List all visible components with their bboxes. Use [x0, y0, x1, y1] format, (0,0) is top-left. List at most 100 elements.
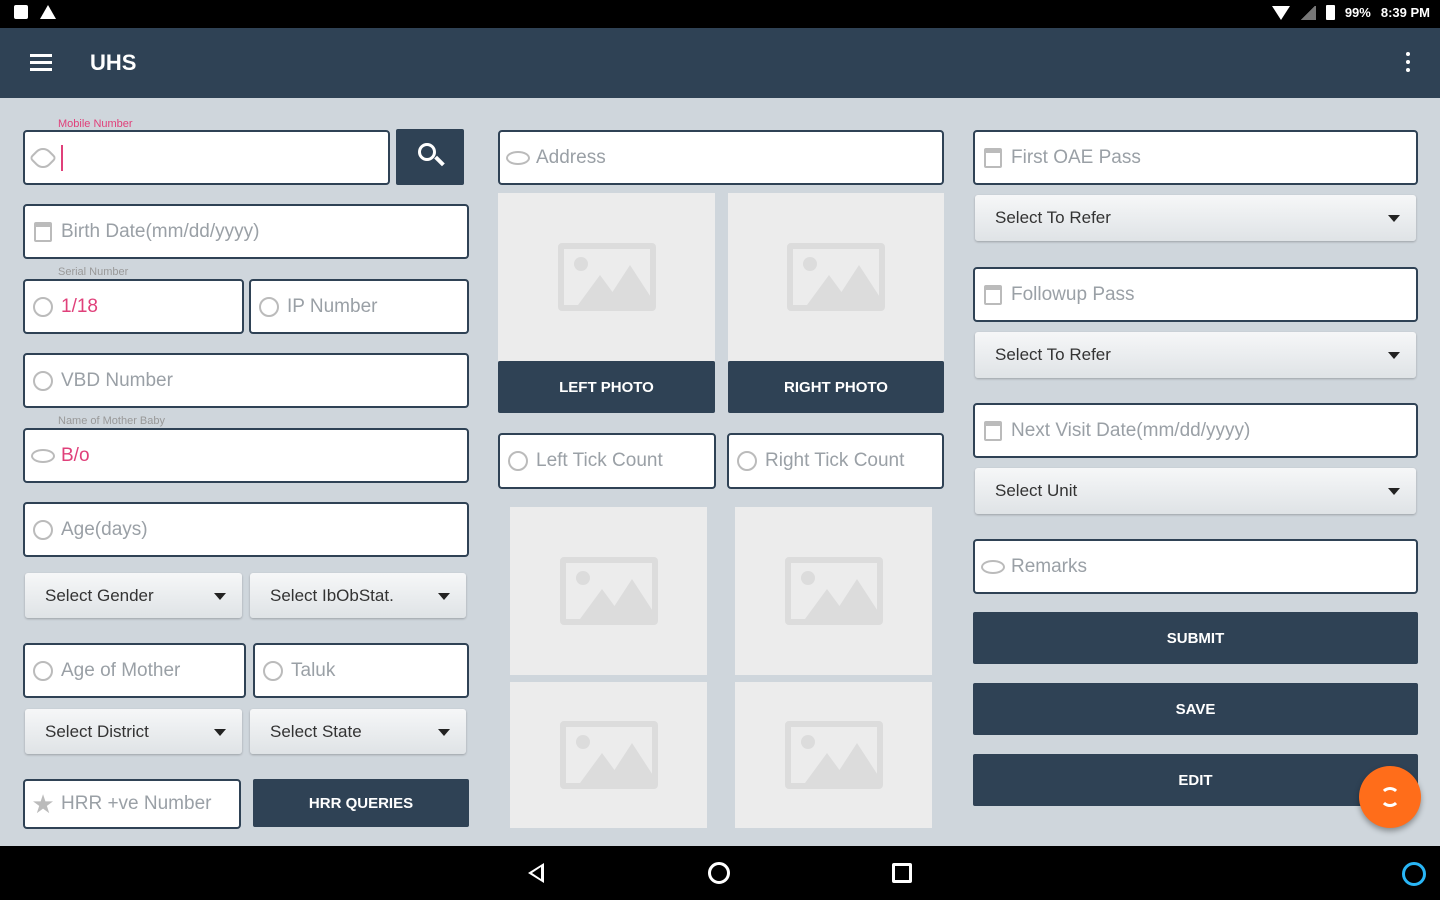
- serial-number-value: 1/18: [61, 295, 98, 317]
- more-vert-icon[interactable]: [1404, 52, 1412, 76]
- badge-icon: [261, 659, 285, 683]
- serial-number-label: Serial Number: [58, 266, 129, 278]
- district-select[interactable]: Select District: [25, 709, 242, 754]
- calendar-icon: [981, 419, 1005, 443]
- calendar-icon: [31, 220, 55, 244]
- right-photo-preview[interactable]: [728, 193, 944, 361]
- back-icon[interactable]: [528, 863, 544, 883]
- right-tick-count-field[interactable]: Right Tick Count: [727, 433, 944, 489]
- refer-select-1-value: Select To Refer: [995, 208, 1111, 227]
- refer-select-1[interactable]: Select To Refer: [975, 195, 1416, 241]
- address-placeholder: Address: [536, 146, 606, 168]
- followup-pass-placeholder: Followup Pass: [1011, 283, 1135, 305]
- tick-photo-1[interactable]: [510, 507, 707, 675]
- next-visit-date-placeholder: Next Visit Date(mm/dd/yyyy): [1011, 419, 1251, 441]
- edit-button[interactable]: EDIT: [973, 754, 1418, 806]
- next-visit-date-field[interactable]: Next Visit Date(mm/dd/yyyy): [973, 403, 1418, 458]
- address-field[interactable]: Address: [498, 130, 944, 185]
- ip-number-field[interactable]: IP Number: [249, 279, 469, 334]
- dropdown-arrow-icon: [438, 728, 450, 736]
- mobile-number-field[interactable]: [23, 130, 390, 185]
- vbd-number-field[interactable]: VBD Number: [23, 353, 469, 408]
- right-photo-button[interactable]: RIGHT PHOTO: [728, 361, 944, 413]
- warning-icon: [40, 5, 56, 19]
- serial-number-field[interactable]: 1/18: [23, 279, 244, 334]
- hrr-number-placeholder: HRR +ve Number: [61, 793, 212, 814]
- recent-apps-icon[interactable]: [892, 863, 912, 883]
- dropdown-arrow-icon: [214, 592, 226, 600]
- left-tick-count-placeholder: Left Tick Count: [536, 450, 663, 471]
- left-tick-count-field[interactable]: Left Tick Count: [498, 433, 716, 489]
- ip-number-placeholder: IP Number: [287, 295, 378, 317]
- dropdown-arrow-icon: [1388, 488, 1400, 495]
- gender-select[interactable]: Select Gender: [25, 573, 242, 618]
- refresh-icon: [1380, 787, 1400, 807]
- refresh-fab[interactable]: [1359, 766, 1421, 828]
- left-photo-button[interactable]: LEFT PHOTO: [498, 361, 715, 413]
- status-bar: 99% 8:39 PM: [0, 0, 1440, 28]
- wifi-icon: [1271, 5, 1290, 20]
- app-bar: UHS: [0, 28, 1440, 98]
- unit-select-value: Select Unit: [995, 481, 1078, 500]
- dropdown-arrow-icon: [214, 728, 226, 736]
- hrr-number-field[interactable]: ★ HRR +ve Number: [23, 779, 241, 829]
- badge-icon: [31, 295, 55, 319]
- notification-icon: [14, 5, 28, 19]
- refer-select-2-value: Select To Refer: [995, 345, 1111, 364]
- mother-name-field[interactable]: B/o: [23, 428, 469, 483]
- text-cursor: [61, 144, 63, 171]
- tick-photo-3[interactable]: [510, 682, 707, 828]
- birth-date-field[interactable]: Birth Date(mm/dd/yyyy): [23, 204, 469, 259]
- dropdown-arrow-icon: [1388, 352, 1400, 359]
- left-photo-preview[interactable]: [498, 193, 715, 361]
- hrr-queries-button[interactable]: HRR QUERIES: [253, 779, 469, 827]
- unit-select[interactable]: Select Unit: [975, 468, 1416, 514]
- image-placeholder-icon: [557, 243, 656, 311]
- battery-level: 99%: [1344, 5, 1371, 20]
- ibobstat-select[interactable]: Select IbObStat.: [250, 573, 466, 618]
- tick-photo-2[interactable]: [735, 507, 932, 675]
- right-tick-count-placeholder: Right Tick Count: [765, 450, 905, 471]
- save-button[interactable]: SAVE: [973, 683, 1418, 735]
- battery-icon: [1325, 5, 1335, 20]
- star-icon: ★: [31, 789, 55, 819]
- system-nav-bar: [0, 846, 1440, 900]
- followup-pass-field[interactable]: Followup Pass: [973, 267, 1418, 322]
- home-icon[interactable]: [708, 862, 730, 884]
- birth-date-placeholder: Birth Date(mm/dd/yyyy): [61, 220, 260, 242]
- state-select-value: Select State: [270, 721, 362, 741]
- image-placeholder-icon: [559, 557, 658, 625]
- search-button[interactable]: [396, 129, 464, 185]
- image-placeholder-icon: [784, 721, 883, 789]
- gender-select-value: Select Gender: [45, 585, 154, 605]
- age-of-mother-field[interactable]: Age of Mother: [23, 643, 246, 698]
- remarks-placeholder: Remarks: [1011, 555, 1088, 577]
- taluk-field[interactable]: Taluk: [253, 643, 469, 698]
- age-days-placeholder: Age(days): [61, 518, 148, 540]
- state-select[interactable]: Select State: [250, 709, 466, 754]
- calendar-icon: [981, 146, 1005, 170]
- calendar-icon: [981, 283, 1005, 307]
- mother-name-label: Name of Mother Baby: [58, 415, 165, 427]
- image-placeholder-icon: [787, 243, 885, 311]
- age-days-field[interactable]: Age(days): [23, 502, 469, 557]
- assistant-icon[interactable]: [1402, 862, 1426, 886]
- district-select-value: Select District: [45, 721, 149, 741]
- mobile-number-label: Mobile Number: [58, 118, 133, 130]
- tick-icon: [735, 449, 759, 473]
- tick-icon: [506, 449, 530, 473]
- remarks-field[interactable]: Remarks: [973, 539, 1418, 594]
- tick-photo-4[interactable]: [735, 682, 932, 828]
- eye-icon: [506, 146, 530, 170]
- eye-icon: [31, 444, 55, 468]
- image-placeholder-icon: [784, 557, 883, 625]
- submit-button[interactable]: SUBMIT: [973, 612, 1418, 664]
- dropdown-arrow-icon: [438, 592, 450, 600]
- eye-icon: [981, 555, 1005, 579]
- clock: 8:39 PM: [1380, 5, 1430, 20]
- hamburger-menu-icon[interactable]: [30, 54, 52, 72]
- badge-icon: [31, 659, 55, 683]
- first-oae-pass-field[interactable]: First OAE Pass: [973, 130, 1418, 185]
- refer-select-2[interactable]: Select To Refer: [975, 332, 1416, 378]
- signal-icon: [1299, 5, 1316, 20]
